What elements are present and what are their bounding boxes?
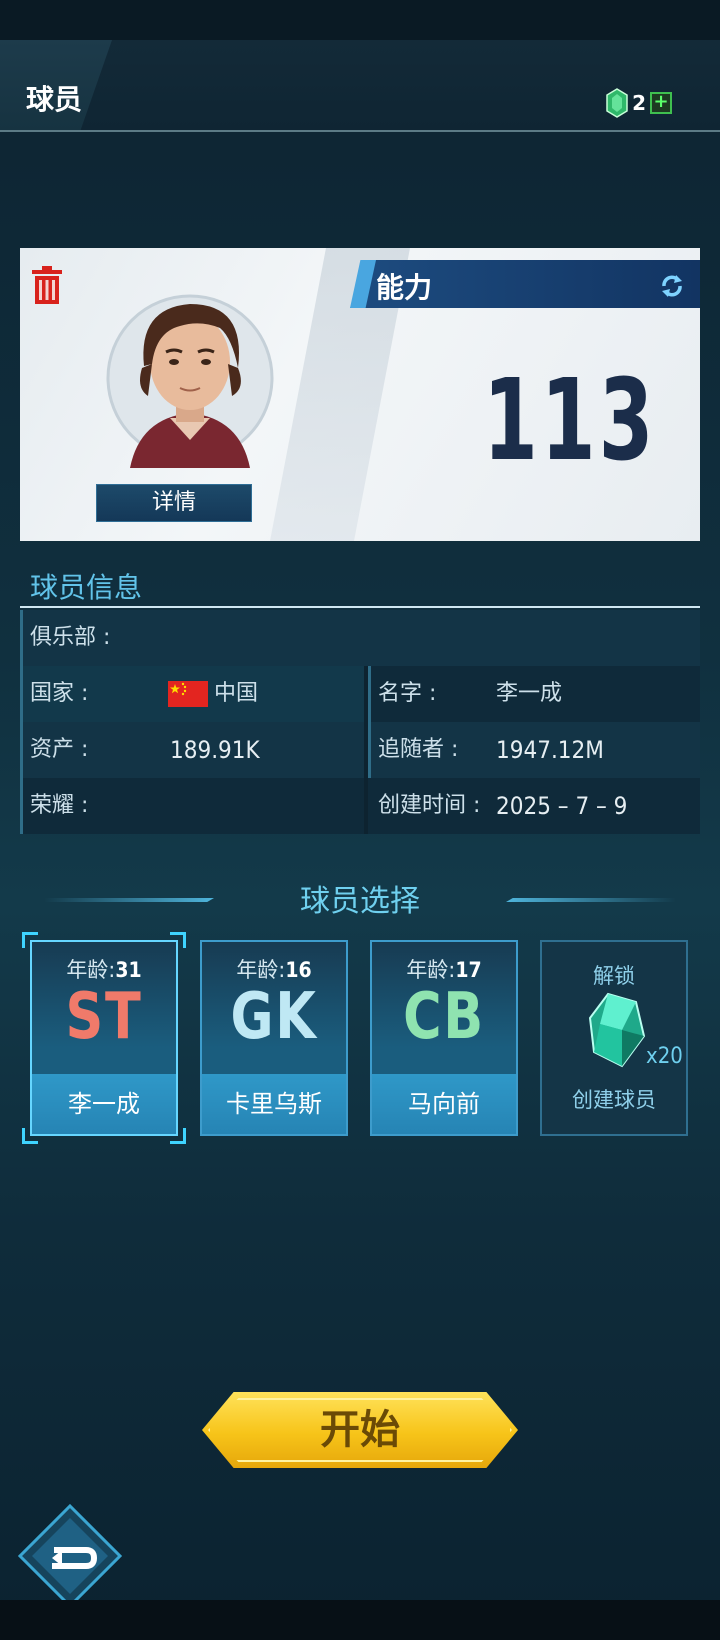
row-accent xyxy=(20,610,23,666)
ability-label: 能力 xyxy=(376,271,433,304)
age-value: 17 xyxy=(455,958,482,982)
honor-label: 荣耀 : xyxy=(30,793,89,818)
player-name: 卡里乌斯 xyxy=(202,1074,346,1134)
ability-value: 113 xyxy=(483,356,657,486)
created-value: 2025 – 7 – 9 xyxy=(496,792,628,820)
club-label: 俱乐部 : xyxy=(30,625,111,650)
row-accent xyxy=(20,722,23,778)
created-label: 创建时间 : xyxy=(378,793,481,818)
refresh-icon[interactable] xyxy=(658,272,686,300)
top-bar: 球员 2 + xyxy=(0,40,720,132)
player-name: 马向前 xyxy=(372,1074,516,1134)
player-card: 详情 能力 113 xyxy=(20,248,700,541)
back-icon[interactable] xyxy=(18,1504,122,1608)
unlock-player-slot[interactable]: 解锁 x20 创建球员 xyxy=(540,940,688,1136)
followers-value: 1947.12M xyxy=(496,736,604,764)
info-divider xyxy=(20,606,700,608)
unlock-label: 解锁 xyxy=(593,964,635,988)
age-value: 16 xyxy=(285,958,312,982)
selection-corner xyxy=(22,1128,38,1144)
country-value: 中国 xyxy=(214,681,259,706)
trash-icon[interactable] xyxy=(28,264,66,306)
create-player-label: 创建球员 xyxy=(572,1088,656,1112)
country-label: 国家 : xyxy=(30,681,89,706)
info-row-honor: 荣耀 : 创建时间 : 2025 – 7 – 9 xyxy=(20,778,700,834)
status-bar xyxy=(0,0,720,40)
row-accent xyxy=(20,666,23,722)
age-label: 年龄: xyxy=(236,958,286,982)
country-value-wrap: 中国 xyxy=(168,666,258,722)
detail-button[interactable]: 详情 xyxy=(96,484,252,522)
gem-icon xyxy=(606,88,628,118)
position-label: CB xyxy=(403,980,485,1054)
row-accent xyxy=(368,666,371,722)
info-title: 球员信息 xyxy=(30,571,143,604)
selection-corner xyxy=(22,932,38,948)
gem-icon xyxy=(588,992,646,1068)
info-row-country: 国家 : 中国 名字 : 李一成 xyxy=(20,666,700,722)
row-accent xyxy=(368,722,371,778)
assets-value: 189.91K xyxy=(170,736,260,764)
player-avatar xyxy=(106,294,274,468)
player-slot-1[interactable]: 年龄:31 ST 李一成 xyxy=(30,940,178,1136)
player-slot-2[interactable]: 年龄:16 GK 卡里乌斯 xyxy=(200,940,348,1136)
position-label: GK xyxy=(230,980,318,1054)
age-value: 31 xyxy=(115,958,142,982)
currency-display: 2 + xyxy=(606,88,672,118)
unlock-cost: x20 xyxy=(646,1044,683,1069)
china-flag-icon xyxy=(168,681,208,707)
assets-label: 资产 : xyxy=(30,737,89,762)
section-line-right xyxy=(506,898,676,902)
row-accent xyxy=(20,778,23,834)
player-name: 李一成 xyxy=(32,1074,176,1134)
followers-label: 追随者 : xyxy=(378,737,459,762)
info-row-assets: 资产 : 189.91K 追随者 : 1947.12M xyxy=(20,722,700,778)
name-label: 名字 : xyxy=(378,681,437,706)
selection-corner xyxy=(170,932,186,948)
position-label: ST xyxy=(65,980,143,1054)
navigation-bar xyxy=(0,1600,720,1640)
page-title: 球员 xyxy=(26,83,83,116)
gem-count: 2 xyxy=(632,91,646,115)
player-info-table: 俱乐部 : 国家 : 中国 名字 : 李一成 资产 : 189.91K 追随者 … xyxy=(20,610,700,834)
start-button[interactable]: 开始 xyxy=(202,1392,518,1468)
age-label: 年龄: xyxy=(406,958,456,982)
age-label: 年龄: xyxy=(66,958,116,982)
column-divider xyxy=(364,778,368,834)
name-value: 李一成 xyxy=(496,681,563,706)
add-gem-button[interactable]: + xyxy=(650,92,672,114)
player-slot-3[interactable]: 年龄:17 CB 马向前 xyxy=(370,940,518,1136)
selection-corner xyxy=(170,1128,186,1144)
info-row-club: 俱乐部 : xyxy=(20,610,700,666)
